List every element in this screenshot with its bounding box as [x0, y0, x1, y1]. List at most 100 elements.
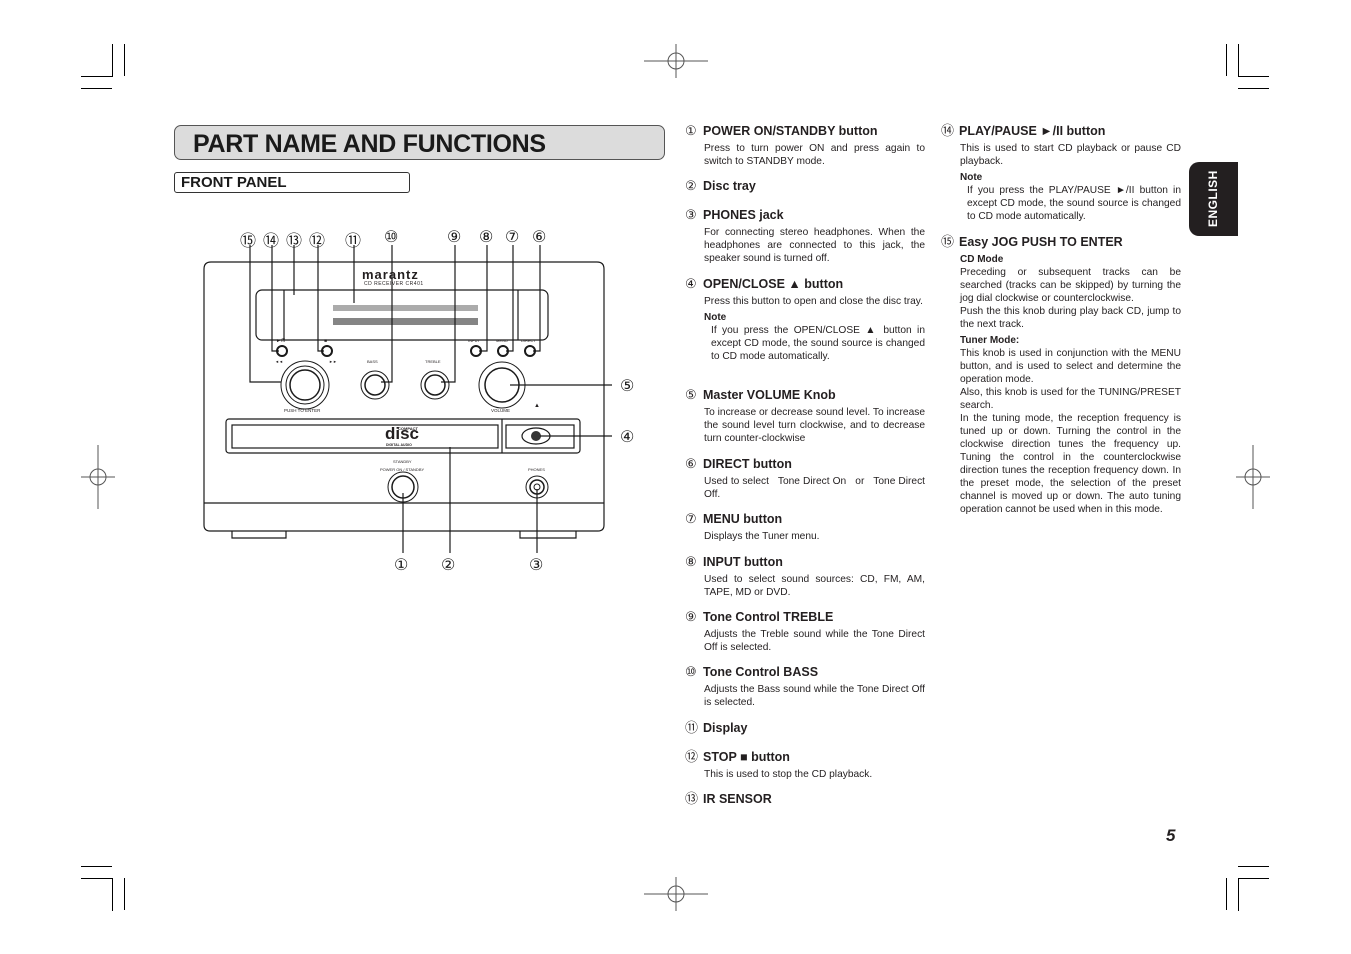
callout-12: ⑫ [309, 233, 326, 250]
crop-mark [124, 44, 125, 76]
device-illustration [203, 245, 612, 553]
registration-mark-right [1236, 445, 1270, 509]
item-menu: ⑦ MENU button Displays the Tuner menu. [685, 511, 925, 543]
callout-3: ③ [529, 557, 544, 574]
item-body: This is used to start CD playback or pau… [960, 143, 1181, 167]
section-title: FRONT PANEL [181, 174, 287, 191]
crop-mark [1226, 44, 1227, 76]
tuner-mode-text-1: This knob is used in conjunction with th… [960, 348, 1181, 385]
crop-mark [112, 878, 113, 911]
crop-mark [112, 44, 113, 77]
item-number: ⑥ [685, 456, 697, 471]
item-title: Display [703, 721, 748, 735]
callout-11: ⑪ [345, 233, 362, 250]
item-stop: ⑫ STOP ■ button This is used to stop the … [685, 749, 925, 781]
callout-14: ⑭ [263, 233, 280, 250]
direct-label: DIRECT [521, 338, 536, 343]
eject-label: ▲ [534, 403, 540, 409]
note-text: If you press the OPEN/CLOSE ▲ button in … [711, 325, 925, 362]
model-label: CD RECEIVER CR401 [364, 281, 424, 287]
item-title: Tone Control TREBLE [703, 610, 834, 624]
item-body: Press this button to open and close the … [704, 296, 923, 307]
crop-mark [1238, 88, 1269, 89]
item-title: POWER ON/STANDBY button [703, 124, 878, 138]
item-title: Disc tray [703, 179, 756, 193]
item-body: Used to select sound sources: CD, FM, AM… [704, 574, 925, 598]
item-title: DIRECT button [703, 457, 792, 471]
callout-5: ⑤ [620, 378, 635, 395]
item-title: Easy JOG PUSH TO ENTER [959, 235, 1123, 249]
volume-label: VOLUME [491, 408, 511, 413]
display-segments [333, 305, 478, 325]
item-number: ⑪ [685, 720, 699, 735]
item-open-close: ④ OPEN/CLOSE ▲ button Press this button t… [685, 276, 925, 363]
item-body: Used to select Tone Direct On or Tone Di… [704, 476, 928, 500]
item-title: IR SENSOR [703, 792, 772, 806]
item-number: ⑦ [685, 511, 697, 526]
item-volume: ⑤ Master VOLUME Knob To increase or decre… [685, 387, 925, 445]
page-title: PART NAME AND FUNCTIONS [193, 130, 546, 158]
item-input: ⑧ INPUT button Used to select sound sourc… [685, 554, 925, 599]
crop-mark [1238, 76, 1269, 77]
crop-mark [1238, 44, 1239, 77]
item-number: ⑧ [685, 554, 697, 569]
item-display: ⑪ Display [685, 720, 925, 736]
item-bass: ⑩ Tone Control BASS Adjusts the Bass soun… [685, 664, 925, 709]
callout-4: ④ [620, 429, 635, 446]
registration-mark-top [644, 44, 708, 78]
item-title: OPEN/CLOSE ▲ button [703, 277, 844, 291]
section-title-box: FRONT PANEL [174, 172, 410, 193]
crop-mark [1238, 878, 1269, 879]
item-jog: ⑮ Easy JOG PUSH TO ENTER CD Mode Precedin… [941, 234, 1181, 516]
item-body: Adjusts the Treble sound while the Tone … [704, 629, 925, 653]
tuner-mode-text-3: In the tuning mode, the reception freque… [960, 413, 1181, 515]
crop-mark [124, 878, 125, 910]
item-title: PLAY/PAUSE ►/II button [959, 124, 1106, 138]
registration-mark-bottom [644, 877, 708, 911]
language-tab: ENGLISH [1189, 162, 1238, 236]
item-ir-sensor: ⑬ IR SENSOR [685, 791, 925, 807]
item-title: STOP ■ button [703, 750, 790, 764]
item-disc-tray: ② Disc tray [685, 178, 925, 194]
crop-mark [81, 88, 112, 89]
power-label: POWER ON / STANDBY [380, 467, 425, 472]
page-title-box: PART NAME AND FUNCTIONS [174, 125, 665, 160]
skip-forward-label: ►► [329, 359, 337, 364]
language-tab-label: ENGLISH [1206, 170, 1220, 227]
skip-back-label: ◄◄ [275, 359, 283, 364]
item-play-pause: ⑭ PLAY/PAUSE ►/II button This is used to … [941, 123, 1181, 223]
callout-1: ① [394, 557, 409, 574]
callout-6: ⑥ [532, 229, 547, 246]
disc-logo: disc [385, 424, 420, 443]
item-power: ① POWER ON/STANDBY button Press to turn p… [685, 123, 925, 168]
eject-button-glyph [531, 431, 541, 441]
tuner-mode-text-2: Also, this knob is used for the TUNING/P… [960, 387, 1181, 411]
registration-mark-left [81, 445, 115, 509]
crop-mark [1238, 878, 1239, 911]
push-to-enter-label: PUSH TO ENTER [284, 408, 321, 413]
item-number: ⑭ [941, 123, 955, 138]
item-body: This is used to stop the CD playback. [704, 769, 873, 780]
item-direct: ⑥ DIRECT button Used to select Tone Direc… [685, 456, 925, 501]
item-phones: ③ PHONES jack For connecting stereo headp… [685, 207, 925, 265]
callout-13: ⑬ [286, 233, 303, 250]
item-title: MENU button [703, 512, 783, 526]
crop-mark [81, 76, 112, 77]
cd-mode-text-1: Preceding or subsequent tracks can be se… [960, 267, 1181, 304]
item-body: Press to turn power ON and press again t… [704, 143, 925, 167]
item-body: For connecting stereo headphones. When t… [704, 227, 925, 264]
cd-mode-label: CD Mode [960, 254, 1004, 265]
item-number: ⑨ [685, 609, 697, 624]
front-panel-diagram: marantz CD RECEIVER CR401 ►/II ■ INPUT M… [200, 225, 640, 585]
note-label: Note [960, 172, 983, 183]
input-label: INPUT [468, 338, 480, 343]
brand-logo: marantz [362, 267, 419, 282]
callout-2: ② [441, 557, 456, 574]
item-number: ⑮ [941, 234, 955, 249]
item-number: ① [685, 123, 697, 138]
menu-label: MENU [496, 338, 508, 343]
callout-9: ⑨ [447, 229, 462, 246]
callout-7: ⑦ [505, 229, 520, 246]
note-label: Note [704, 312, 727, 323]
callout-8: ⑧ [479, 229, 494, 246]
